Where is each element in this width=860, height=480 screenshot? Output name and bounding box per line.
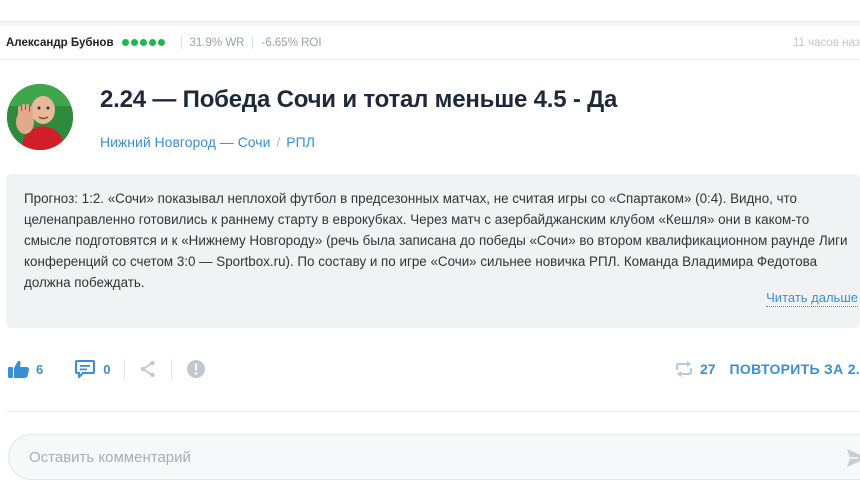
- forecast-card: Александр Бубнов 31.9% WR -6.65% ROI 11 …: [0, 26, 860, 480]
- forecast-text-box: Прогноз: 1:2. «Сочи» показывал неплохой …: [6, 174, 860, 328]
- comment-count: 0: [103, 361, 111, 377]
- rating-dot: [121, 39, 129, 46]
- repeat-label: ПОВТОРИТЬ ЗА 2.: [729, 361, 860, 377]
- like-button[interactable]: 6: [8, 360, 43, 378]
- league-link[interactable]: РПЛ: [286, 134, 315, 150]
- breadcrumb-separator: /: [276, 134, 281, 150]
- forecast-headline[interactable]: 2.24 — Победа Сочи и тотал меньше 4.5 - …: [100, 86, 617, 114]
- comment-input[interactable]: Оставить комментарий: [8, 434, 860, 480]
- action-separator: [171, 359, 173, 379]
- meta-separator: [180, 36, 182, 49]
- action-separator: [124, 359, 126, 379]
- share-icon: [141, 360, 156, 378]
- repeat-forecast-button[interactable]: 27 ПОВТОРИТЬ ЗА 2.: [674, 354, 860, 384]
- win-rate: 31.9% WR: [189, 36, 245, 49]
- post-time: 11 часов наз: [793, 36, 860, 49]
- author-name[interactable]: Александр Бубнов: [6, 37, 114, 49]
- repeat-icon: [675, 361, 692, 377]
- send-icon[interactable]: [846, 447, 860, 469]
- avatar-image: [7, 84, 73, 150]
- rating-dots: [121, 39, 165, 46]
- read-more-link[interactable]: Читать дальше: [766, 290, 858, 307]
- roi: -6.65% ROI: [261, 36, 322, 49]
- author-meta-row: Александр Бубнов 31.9% WR -6.65% ROI 11 …: [0, 26, 860, 60]
- top-strip: [0, 0, 860, 22]
- thumbs-up-icon: [8, 360, 30, 378]
- comment-icon: [75, 360, 96, 378]
- rating-dot: [157, 39, 165, 46]
- forecast-text: Прогноз: 1:2. «Сочи» показывал неплохой …: [24, 191, 848, 290]
- comments-button[interactable]: 0: [75, 360, 110, 378]
- comment-placeholder: Оставить комментарий: [29, 448, 191, 466]
- report-button[interactable]: [186, 359, 206, 379]
- divider: [6, 411, 860, 412]
- rating-dot: [139, 39, 147, 46]
- share-button[interactable]: [139, 360, 157, 378]
- report-icon: [187, 360, 206, 378]
- meta-separator: [252, 36, 254, 49]
- avatar[interactable]: [7, 84, 73, 150]
- rating-dot: [148, 39, 156, 46]
- repeat-count: 27: [699, 361, 716, 377]
- like-count: 6: [36, 361, 44, 377]
- action-bar: 6 0 27 ПОВТОРИТЬ ЗА 2.: [0, 354, 860, 384]
- match-link[interactable]: Нижний Новгород — Сочи: [100, 134, 270, 150]
- rating-dot: [130, 39, 138, 46]
- match-line: Нижний Новгород — Сочи / РПЛ: [100, 134, 315, 150]
